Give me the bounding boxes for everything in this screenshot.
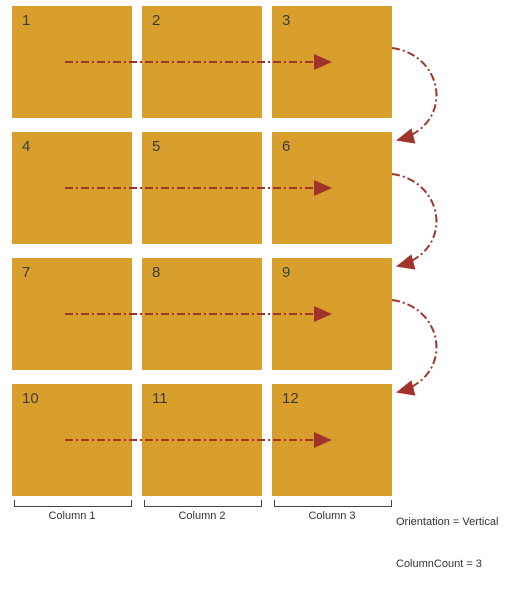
grid-cell: 12 <box>272 384 392 496</box>
cell-label: 7 <box>22 264 30 281</box>
column-label: Column 2 <box>144 510 260 522</box>
flow-arrow-wrap <box>392 48 436 140</box>
diagram-canvas: 1 2 3 4 5 6 7 8 9 10 11 12 <box>0 0 510 542</box>
grid-cell: 6 <box>272 132 392 244</box>
cell-label: 8 <box>152 264 160 281</box>
grid-cell: 5 <box>142 132 262 244</box>
cell-label: 4 <box>22 138 30 155</box>
footer-column-count: ColumnCount = 3 <box>396 557 498 571</box>
column-label: Column 1 <box>14 510 130 522</box>
grid-cell: 2 <box>142 6 262 118</box>
cell-label: 1 <box>22 12 30 29</box>
column-bracket <box>144 500 262 507</box>
cell-label: 3 <box>282 12 290 29</box>
flow-arrow-wrap <box>392 300 436 392</box>
grid-cell: 11 <box>142 384 262 496</box>
cell-label: 5 <box>152 138 160 155</box>
cell-label: 10 <box>22 390 39 407</box>
column-bracket <box>14 500 132 507</box>
footer-orientation: Orientation = Vertical <box>396 515 498 529</box>
column-label: Column 3 <box>274 510 390 522</box>
cell-label: 12 <box>282 390 299 407</box>
cell-label: 11 <box>152 390 168 407</box>
grid-cell: 9 <box>272 258 392 370</box>
grid-cell: 7 <box>12 258 132 370</box>
grid-cell: 8 <box>142 258 262 370</box>
grid-cell: 3 <box>272 6 392 118</box>
grid-cell: 1 <box>12 6 132 118</box>
footer-caption: Orientation = Vertical ColumnCount = 3 <box>396 486 498 600</box>
grid-cell: 4 <box>12 132 132 244</box>
cell-label: 2 <box>152 12 160 29</box>
flow-arrow-wrap <box>392 174 436 266</box>
column-bracket <box>274 500 392 507</box>
grid-cell: 10 <box>12 384 132 496</box>
cell-label: 6 <box>282 138 290 155</box>
cell-label: 9 <box>282 264 290 281</box>
